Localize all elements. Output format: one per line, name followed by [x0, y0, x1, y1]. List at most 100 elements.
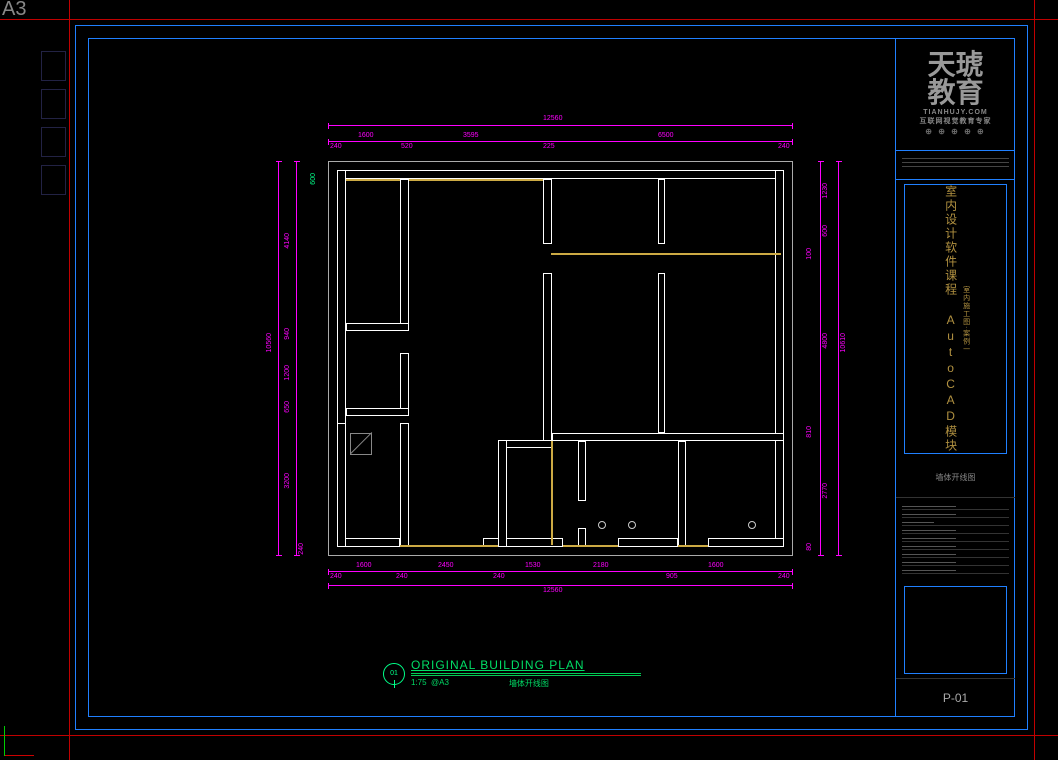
dim-left-overall-label: 10560 — [266, 333, 273, 352]
dim-r4: 4800 — [822, 333, 829, 349]
dim-t6: 6500 — [658, 132, 674, 139]
corner-box — [350, 433, 372, 455]
plan-title-english: ORIGINAL BUILDING PLAN — [411, 658, 641, 674]
wall-int-2 — [543, 179, 552, 244]
plan-sheet: @A3 — [431, 678, 449, 687]
paper-size-label: A3 — [2, 0, 26, 21]
page-number: P-01 — [896, 678, 1015, 717]
plan-number: 01 — [390, 670, 398, 677]
dim-r7: 80 — [806, 543, 813, 551]
wall-int-3 — [658, 179, 665, 244]
wall-int-1c — [400, 353, 409, 413]
course-title-box: 室内设计软件课程 AutoCAD模块 室内施工图·案例一 — [904, 184, 1007, 454]
threshold-1 — [400, 545, 498, 547]
dim-r2: 600 — [822, 225, 829, 237]
logo-url: TIANHUJY.COM — [923, 109, 988, 116]
dim-b7: 2180 — [593, 562, 609, 569]
wall-int-entry — [400, 423, 409, 547]
dim-l5: 3200 — [284, 473, 291, 489]
dim-top-overall — [328, 125, 793, 126]
dim-t5: 225 — [543, 143, 555, 150]
beam-line-1 — [551, 253, 781, 255]
wall-bot-4 — [708, 538, 784, 547]
plan-title: 01 ORIGINAL BUILDING PLAN 1:75 @A3 墙体开线图 — [383, 658, 641, 689]
yellow-top-1 — [346, 179, 400, 181]
course-subtitle: 室内施工图·案例一 — [961, 286, 971, 353]
dim-r6: 2770 — [822, 483, 829, 499]
guide-line-right — [1034, 0, 1035, 760]
dim-bot-overall — [328, 585, 793, 586]
dim-top-seg-line — [328, 141, 793, 142]
dim-right-overall-label: 10610 — [840, 333, 847, 352]
dim-r3: 100 — [806, 248, 813, 260]
meta-lines — [896, 151, 1015, 181]
guide-line-left — [69, 0, 70, 760]
guide-line-bottom — [0, 735, 1058, 736]
fixture-2 — [628, 521, 636, 529]
guide-line-top — [0, 19, 1058, 20]
dim-b5: 240 — [493, 573, 505, 580]
course-title-2: AutoCAD模块 — [944, 313, 958, 453]
dim-b3: 240 — [396, 573, 408, 580]
logo-text-1: 天琥 — [927, 51, 983, 79]
wall-bot-1 — [337, 538, 400, 547]
ucs-icon — [2, 718, 42, 758]
logo-tagline: 互联网视觉教育专家 — [920, 118, 992, 125]
logo-text-2: 教育 — [927, 79, 983, 107]
dim-t7: 240 — [778, 143, 790, 150]
drawing-area[interactable]: 12560 240 1600 520 3595 225 6500 240 125… — [88, 38, 894, 717]
dim-b10: 240 — [778, 573, 790, 580]
dim-r5: 810 — [806, 426, 813, 438]
wall-int-1b — [346, 323, 409, 331]
dim-b2: 1600 — [356, 562, 372, 569]
plan-number-circle: 01 — [383, 663, 405, 685]
floor-plan: 12560 240 1600 520 3595 225 6500 240 125… — [288, 133, 828, 583]
stamp-box — [904, 586, 1007, 674]
dim-l4: 650 — [284, 401, 291, 413]
wall-bot-left-stub — [337, 423, 346, 547]
dim-left-seg — [296, 161, 297, 556]
dim-bot-overall-label: 12560 — [543, 587, 562, 594]
drawing-frame: 天琥 教育 TIANHUJY.COM 互联网视觉教育专家 ⊕ ⊕ ⊕ ⊕ ⊕ 室… — [75, 25, 1028, 730]
drawing-name: 墙体开线图 — [896, 458, 1015, 497]
wall-right — [775, 170, 784, 547]
logo-icons: ⊕ ⊕ ⊕ ⊕ ⊕ — [925, 128, 985, 136]
dim-bot-seg-line — [328, 571, 793, 572]
wall-int-3b — [658, 273, 665, 433]
threshold-4 — [551, 441, 553, 545]
fixture-3 — [748, 521, 756, 529]
wall-int-2d — [498, 440, 507, 547]
dim-l3: 1200 — [284, 365, 291, 381]
dim-l1: 4140 — [284, 233, 291, 249]
wall-int-4 — [578, 441, 586, 501]
dim-t1: 240 — [330, 143, 342, 150]
dim-b8: 905 — [666, 573, 678, 580]
dim-right-overall — [838, 161, 839, 556]
plan-scale: 1:75 — [411, 678, 427, 687]
wall-top — [337, 170, 784, 179]
logo-block: 天琥 教育 TIANHUJY.COM 互联网视觉教育专家 ⊕ ⊕ ⊕ ⊕ ⊕ — [896, 38, 1015, 151]
dim-l2: 940 — [284, 328, 291, 340]
dim-b9: 1600 — [708, 562, 724, 569]
field-lines — [896, 498, 1015, 582]
dim-t4: 3595 — [463, 132, 479, 139]
dim-b4: 2450 — [438, 562, 454, 569]
wall-bot-3 — [618, 538, 678, 547]
threshold-2 — [563, 545, 618, 547]
binding-marks — [41, 51, 66, 203]
threshold-3 — [678, 545, 708, 547]
dim-top-overall-label: 12560 — [543, 115, 562, 122]
dim-b1: 240 — [330, 573, 342, 580]
fixture-1 — [598, 521, 606, 529]
dim-r1: 1230 — [822, 183, 829, 199]
title-block: 天琥 教育 TIANHUJY.COM 互联网视觉教育专家 ⊕ ⊕ ⊕ ⊕ ⊕ 室… — [895, 38, 1015, 717]
outer-wall-boundary — [328, 161, 793, 556]
wall-int-mid-h — [552, 433, 784, 441]
course-title-1: 室内设计软件课程 — [944, 185, 958, 297]
dim-green-1: 600 — [310, 173, 317, 185]
wall-int-2b — [543, 273, 552, 448]
dim-b6: 1530 — [525, 562, 541, 569]
wall-int-1 — [400, 179, 409, 329]
yellow-top-2 — [409, 179, 543, 181]
wall-int-1d — [346, 408, 409, 416]
